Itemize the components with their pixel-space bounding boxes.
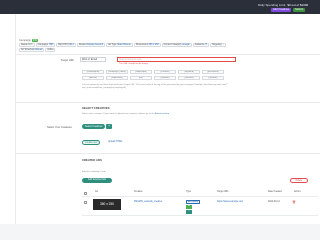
select-creatives-label: Select Your Creatives [47,126,72,129]
select-creatives-title: SELECT CREATIVES [82,106,110,110]
chip-value: ACT [28,44,33,46]
chip-key: Ad Schedule [21,49,35,51]
macro-tag[interactable]: {placement} [202,70,224,74]
macro-tag[interactable]: {ifmobile} [154,76,176,80]
col-date-created: Date Created [268,191,282,193]
campaign-summary-chips-2: Ad Schedule Manual Active [19,48,56,52]
chip-bid[interactable]: Bid (CPC) $0.4 [56,43,76,47]
section-divider [16,54,320,55]
chip-device[interactable]: Device Display Network [76,43,106,47]
chip-value: Manual [34,49,43,51]
budget-label: Daily Spending Limit [258,3,286,7]
budget-value: $0 out of $1000 [287,3,309,7]
upload-html-link[interactable]: Upload HTML [108,141,122,143]
campaign-status-badge: ON [31,39,38,42]
chip-key: Active [47,49,54,51]
table-row: 350 x 250 350x250_example_creative Ad Cr… [82,196,318,216]
left-gutter [0,14,16,240]
add-selected-ads-button[interactable]: Add Selected Ads [82,178,112,183]
chip-audience[interactable]: Audience IT [192,43,209,47]
target-url-input[interactable]: https://example.com [117,57,236,62]
chip-value: Static Banner [117,44,131,46]
chip-value: ... [222,44,224,46]
macro-tag[interactable]: {campaignid} [82,70,104,74]
chip-ad-schedule[interactable]: Ad Schedule Manual [19,48,45,52]
ad-thumbnail[interactable]: 350 x 250 [93,199,121,210]
bottom-area [0,224,320,240]
submit-button[interactable]: Submit [293,8,306,12]
chip-key: Dimensions [135,44,148,46]
chip-active[interactable]: Active [45,48,56,52]
type-tag: 48 [186,205,192,209]
section-divider [16,153,320,154]
select-creatives-button[interactable]: Select Creatives [82,124,106,129]
macro-tag[interactable]: {loc} [130,76,152,80]
campaign-summary-chips: Status ACT Campaign TBD Bid (CPC) $0.4 D… [19,43,320,48]
chip-key: Ad Type [108,44,117,46]
daily-budget: Daily Spending Limit $0 out of $1000 [258,3,308,7]
chip-value: 350 x 250 [148,44,159,46]
delete-button[interactable]: Delete [290,178,308,183]
created-ads-hint: Edit this campaign's ads: [82,171,107,173]
macro-tag[interactable]: {adgroupid} [130,70,152,74]
created-ads-title: CREATED ADS [82,158,102,162]
chip-value: TBD [48,44,54,46]
url-macro-tags: {campaignid} {campaign_name} {adgroupid}… [82,70,224,80]
chip-value: Display Network [86,44,104,46]
chip-ad-type[interactable]: Ad Type Static Banner [106,43,133,47]
chip-targeting[interactable]: Targeting ... [209,43,226,47]
campaign-label-text: Campaign [19,39,31,42]
target-url-error: The URL should not be empty [119,63,148,65]
target-url-label: Target URL [61,59,75,62]
macro-tag[interactable]: {adposition} [106,76,128,80]
macro-tag[interactable]: {campaign_name} [106,70,128,74]
col-ad: Ad [95,191,98,193]
col-creative: Creative [134,191,143,193]
add-creative-plus-button[interactable]: + [106,124,112,129]
macro-tag[interactable]: {device} [82,76,104,80]
macro-tag[interactable]: {network} [178,76,200,80]
chip-campaign[interactable]: Campaign TBD [35,43,56,47]
chip-key: Bid (CPC) [58,44,69,46]
macro-hint: You can optionally use these tags inside… [82,84,228,89]
chip-value: Google [182,44,190,46]
date-created: 2024-03-14 [268,201,280,203]
create-new-button[interactable]: Create new [82,140,100,145]
campaign-label: Campaign ON [19,39,38,42]
col-action: Action [294,191,301,193]
chip-key: Content Category [163,44,182,46]
chip-value: IT [204,44,207,46]
type-tag: T [186,210,192,214]
chip-key: Device [78,44,86,46]
hint-text: Select your creatives. If you want to up… [82,113,155,115]
add-creatives-button[interactable]: Add Creatives [271,8,292,12]
section-divider [16,102,320,103]
target-type-select[interactable]: Web or Email [80,57,106,62]
macro-tag[interactable]: {random} [202,76,224,80]
chip-dimensions[interactable]: Dimensions 350 x 250 [133,43,161,47]
target-url-link[interactable]: https://www.example.com [217,201,243,203]
macro-tag[interactable]: {creative} [154,70,176,74]
type-tag: Ad Creative [186,200,200,204]
trash-icon[interactable]: 🗑 [292,200,296,204]
chip-status[interactable]: Status ACT [19,43,35,47]
assets-section-link[interactable]: Assets section [155,113,169,115]
select-creatives-hint: Select your creatives. If you want to up… [82,113,169,115]
ads-table-header: Ad Creative Type Target URL Date Created… [82,191,318,195]
macro-tag[interactable]: {keyword} [178,70,200,74]
col-target-url: Target URL [217,191,229,193]
col-type: Type [186,191,191,193]
chip-key: Audience [194,44,205,46]
chip-value: $0.4 [69,44,74,46]
chip-key: Status [21,44,28,46]
row-checkbox[interactable] [84,201,87,204]
top-bar: Daily Spending Limit $0 out of $1000 Add… [0,0,320,14]
chip-content-category[interactable]: Content Category Google [161,43,192,47]
creative-name-link[interactable]: 350x250_example_creative [134,201,162,203]
chip-key: Campaign [37,44,49,46]
chip-key: Targeting [211,44,222,46]
